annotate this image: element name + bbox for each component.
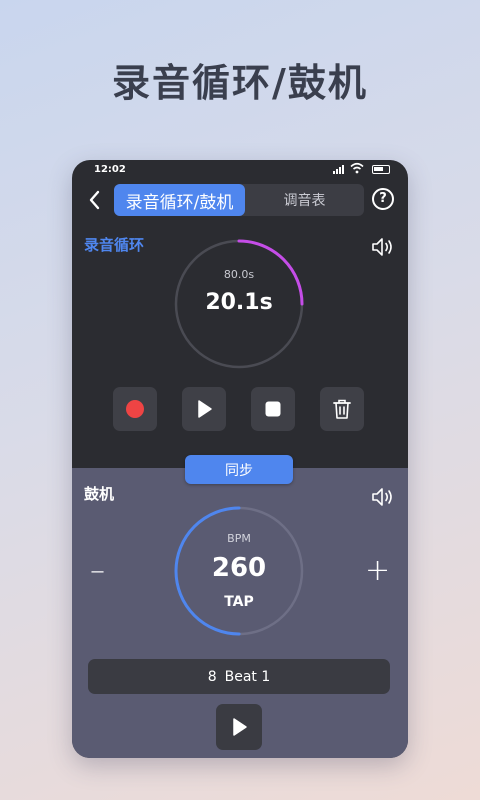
trash-icon	[333, 399, 351, 419]
stop-icon	[265, 401, 281, 417]
beat-selector[interactable]: 8 Beat 1	[88, 659, 390, 694]
loop-speaker-icon[interactable]	[370, 236, 396, 258]
bpm-label: BPM	[227, 532, 251, 545]
loop-total-time: 80.0s	[223, 268, 255, 281]
battery-icon	[372, 165, 390, 174]
mode-tabs: 录音循环/鼓机 调音表	[114, 184, 364, 216]
page-headline: 录音循环/鼓机	[112, 61, 368, 105]
signal-icon	[333, 165, 344, 174]
tab-loop-drum[interactable]: 录音循环/鼓机	[114, 184, 245, 216]
wifi-icon	[350, 162, 364, 174]
tab-tuner[interactable]: 调音表	[245, 184, 364, 216]
record-button[interactable]	[113, 387, 157, 431]
play-icon	[198, 400, 212, 418]
bpm-value: 260	[211, 553, 267, 583]
loop-play-button[interactable]	[182, 387, 226, 431]
record-icon	[126, 400, 144, 418]
loop-current-time: 20.1s	[205, 290, 273, 315]
tap-label[interactable]: TAP	[173, 594, 305, 610]
loop-title: 录音循环	[84, 236, 145, 254]
help-icon[interactable]: ?	[372, 188, 394, 210]
drum-play-button[interactable]	[216, 704, 262, 750]
phone-frame: 12:02 录音循环/鼓机 调音表 ? 录音循环 80.0s 20.1s 同步 …	[72, 160, 408, 758]
beat-count: 8	[207, 668, 217, 685]
delete-button[interactable]	[320, 387, 364, 431]
top-bar: 录音循环/鼓机 调音表 ?	[72, 182, 408, 218]
beat-label: Beat 1	[224, 668, 271, 685]
back-arrow-icon[interactable]	[84, 187, 106, 213]
status-time: 12:02	[94, 164, 126, 175]
sync-button[interactable]: 同步	[185, 455, 293, 484]
stop-button[interactable]	[251, 387, 295, 431]
drum-speaker-icon[interactable]	[370, 486, 396, 508]
drum-title: 鼓机	[84, 485, 115, 503]
decrease-bpm-button[interactable]: –	[90, 556, 105, 586]
play-icon	[233, 718, 247, 736]
increase-bpm-button[interactable]: +	[365, 556, 390, 586]
status-bar: 12:02	[72, 160, 408, 180]
